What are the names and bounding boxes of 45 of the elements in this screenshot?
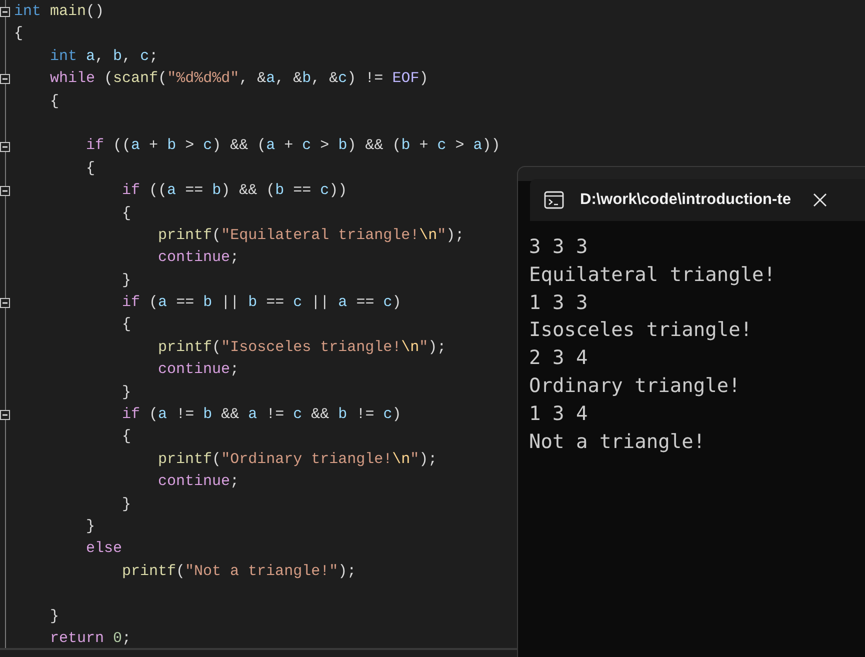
code-line: {: [49, 92, 60, 112]
code-line: printf("Ordinary triangle!\n");: [157, 450, 438, 470]
code-line: {: [121, 315, 132, 336]
collapse-icon[interactable]: [0, 142, 10, 152]
code-line: return 0;: [49, 628, 132, 649]
code-line: while (scanf("%d%d%d", &a, &b, &c) != EOF): [49, 69, 428, 90]
console-output-line: 2 3 4: [529, 345, 588, 372]
code-line: }: [121, 270, 132, 291]
code-line: printf("Not a triangle!");: [121, 562, 356, 582]
code-line: }: [49, 606, 60, 627]
code-line: continue;: [157, 248, 240, 268]
terminal-icon: [544, 191, 564, 209]
close-icon[interactable]: [812, 193, 827, 207]
console-output-line: Isosceles triangle!: [529, 317, 752, 344]
code-line: }: [121, 494, 132, 515]
code-line: printf("Equilateral triangle!\n");: [157, 226, 464, 246]
code-line: int a, b, c;: [49, 46, 158, 67]
code-line: else: [85, 539, 122, 560]
code-line: if ((a == b) && (b == c)): [121, 181, 348, 202]
collapse-icon[interactable]: [0, 298, 10, 308]
code-line: continue;: [157, 472, 240, 492]
tab-title: D:\work\code\introduction-te: [580, 191, 791, 209]
collapse-icon[interactable]: [0, 410, 10, 420]
code-line: {: [121, 427, 132, 448]
code-line: int main(): [14, 2, 104, 22]
console-output-line: 1 3 3: [529, 290, 588, 316]
console-output-line: Ordinary triangle!: [529, 372, 740, 399]
console-output-line: Not a triangle!: [529, 428, 706, 455]
code-line: {: [85, 158, 96, 179]
code-line: {: [121, 204, 132, 224]
console-output-line: 1 3 4: [529, 400, 588, 427]
code-line: }: [85, 516, 96, 537]
code-line: }: [121, 382, 132, 403]
code-line: printf("Isosceles triangle!\n");: [157, 338, 446, 358]
code-line: continue;: [157, 360, 240, 380]
code-line: if ((a + b > c) && (a + c > b) && (b + c > a)): [85, 136, 500, 156]
collapse-icon[interactable]: [0, 7, 10, 18]
console-output-line: 3 3 3: [529, 234, 588, 260]
code-line: if (a != b && a != c && b != c): [121, 405, 402, 426]
collapse-icon[interactable]: [0, 186, 10, 196]
console-tab[interactable]: D:\work\code\introduction-te: [530, 179, 865, 221]
code-line: {: [14, 24, 24, 44]
console-output-line: Equilateral triangle!: [529, 262, 776, 288]
collapse-icon[interactable]: [0, 74, 10, 84]
code-line: if (a == b || b == c || a == c): [121, 293, 402, 314]
